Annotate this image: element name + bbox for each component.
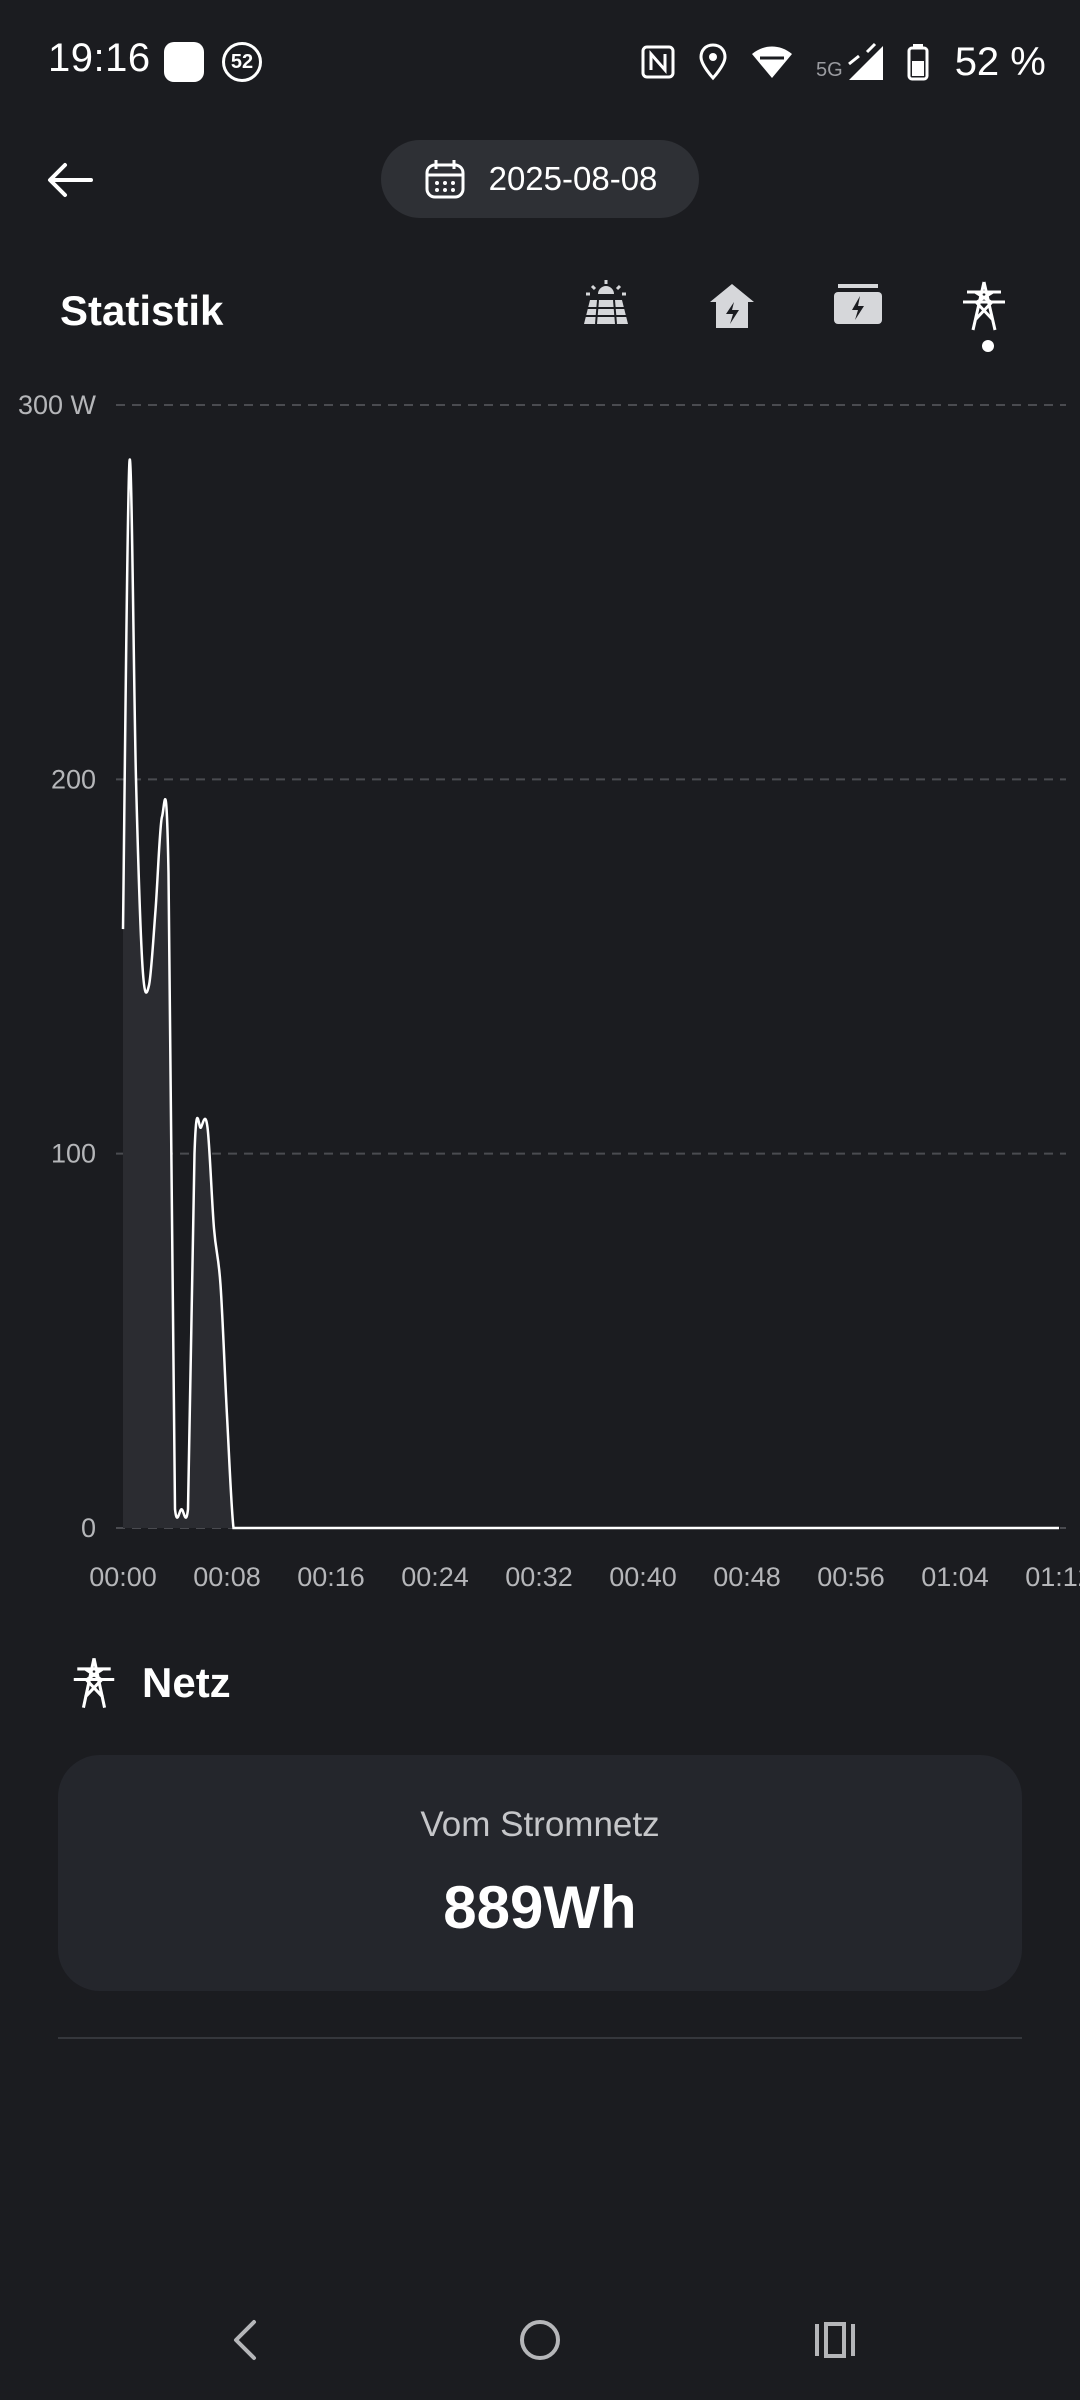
power-chart-area: 0 100 200 300 W 00:00 00:08 00:16 00:24 00:32 00:… — [18, 390, 1080, 1592]
signal-group: 5G — [816, 42, 885, 82]
y-tick-label: 300 W — [18, 390, 97, 420]
x-tick-label: 01:04 — [921, 1562, 989, 1592]
date-label: 2025-08-08 — [488, 160, 658, 197]
battery-storage-icon — [834, 284, 882, 324]
calendar-icon — [425, 160, 465, 199]
battery-icon — [907, 44, 929, 81]
tab-home[interactable] — [696, 280, 768, 352]
location-icon — [699, 43, 727, 81]
statistics-tabs — [570, 270, 1040, 360]
battery-percent: 52 % — [954, 39, 1046, 84]
arrow-left-icon — [48, 163, 93, 197]
x-tick-label: 00:16 — [297, 1562, 365, 1592]
card-label: Vom Stromnetz — [420, 1805, 660, 1844]
statistics-title: Statistik — [60, 287, 224, 334]
notification-badge: 52 — [222, 42, 262, 82]
x-tick-label: 00:24 — [401, 1562, 469, 1592]
x-tick-label: 00:48 — [713, 1562, 781, 1592]
signal-icon — [847, 42, 883, 80]
wifi-icon — [752, 46, 792, 78]
card-value: 889Wh — [443, 1874, 637, 1941]
nav-recents-icon — [815, 2322, 855, 2358]
solar-panel-icon — [584, 280, 628, 325]
house-power-icon — [710, 284, 754, 328]
network-type: 5G — [816, 59, 843, 81]
x-tick-label: 00:00 — [89, 1562, 157, 1592]
power-tower-icon — [73, 1658, 115, 1708]
status-time: 19:16 — [48, 36, 151, 80]
back-button[interactable] — [30, 145, 110, 215]
x-tick-label: 00:56 — [817, 1562, 885, 1592]
tab-solar[interactable] — [570, 280, 642, 352]
date-picker-button[interactable]: 2025-08-08 — [381, 140, 699, 218]
nav-home-button[interactable] — [505, 2310, 575, 2370]
nav-back-button[interactable] — [210, 2310, 280, 2370]
nfc-icon — [641, 45, 675, 79]
netz-title: Netz — [142, 1659, 231, 1706]
x-tick-label: 00:40 — [609, 1562, 677, 1592]
grid-consumption-card: Vom Stromnetz 889Wh — [58, 1755, 1022, 1991]
navigation-bar — [0, 2290, 1080, 2390]
nav-back-icon — [234, 2320, 256, 2360]
nav-home-icon — [520, 2320, 560, 2360]
power-tower-icon — [963, 281, 1005, 331]
y-tick-label: 100 — [51, 1139, 96, 1169]
tab-battery[interactable] — [822, 280, 894, 352]
x-tick-label: 00:08 — [193, 1562, 261, 1592]
y-tick-label: 200 — [51, 764, 96, 794]
badge-count: 52 — [230, 50, 254, 73]
nav-recents-button[interactable] — [800, 2310, 870, 2370]
series-area — [123, 459, 1059, 1529]
y-tick-label: 0 — [81, 1513, 96, 1543]
app-notification-icon — [164, 42, 204, 82]
selected-tab-indicator — [982, 340, 994, 352]
x-tick-label: 00:32 — [505, 1562, 573, 1592]
divider — [58, 2037, 1022, 2039]
x-tick-label: 01:12 — [1025, 1562, 1080, 1592]
status-icons: 5G 52 % — [640, 40, 1046, 84]
netz-header: Netz — [72, 1655, 231, 1711]
series-line — [121, 458, 1059, 1530]
